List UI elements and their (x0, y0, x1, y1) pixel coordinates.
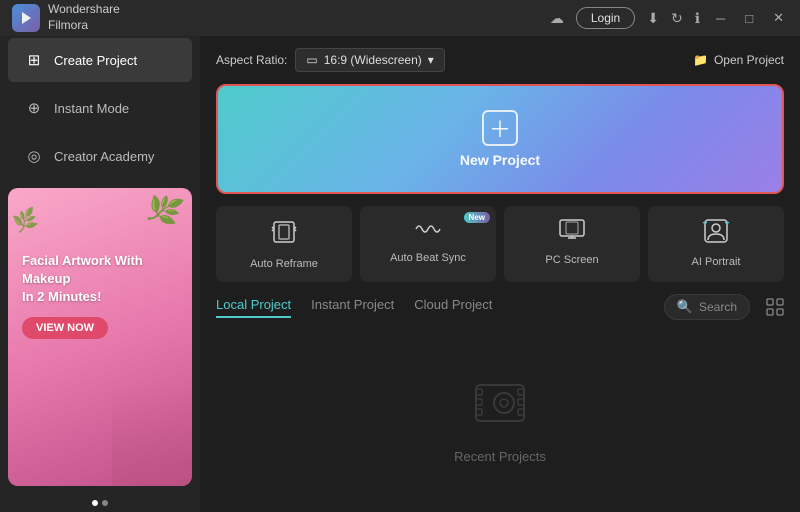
app-branding: Wondershare Filmora (12, 2, 120, 33)
quick-actions: Auto Reframe New Auto Beat Sync (216, 206, 784, 282)
recent-projects-label: Recent Projects (454, 449, 546, 464)
auto-reframe-icon (270, 218, 298, 252)
app-title: Wondershare Filmora (48, 2, 120, 33)
folder-icon: 📁 (693, 53, 708, 67)
promo-figure (112, 386, 192, 486)
app-logo (12, 4, 40, 32)
tab-cloud-project[interactable]: Cloud Project (414, 297, 492, 318)
aspect-ratio-dropdown[interactable]: ▭ 16:9 (Widescreen) ▾ (295, 48, 444, 72)
new-project-plus-icon: ＋ (482, 110, 518, 146)
new-badge: New (464, 212, 490, 223)
aspect-ratio-control: Aspect Ratio: ▭ 16:9 (Widescreen) ▾ (216, 48, 445, 72)
title-bar-controls: ☁ Login ⬇ ↻ ℹ ─ □ ✕ (550, 7, 788, 29)
screen-icon: ▭ (306, 53, 317, 67)
main-container: ⊞ Create Project ⊕ Instant Mode ◎ Creato… (0, 36, 800, 512)
sidebar: ⊞ Create Project ⊕ Instant Mode ◎ Creato… (0, 36, 200, 512)
promo-title: Facial Artwork With MakeupIn 2 Minutes! (22, 252, 178, 307)
project-tabs-bar: Local Project Instant Project Cloud Proj… (216, 294, 784, 320)
pc-screen-icon (558, 218, 586, 248)
film-icon (468, 369, 532, 441)
search-icon: 🔍 (677, 299, 693, 315)
cloud-icon[interactable]: ☁ (550, 10, 564, 27)
projects-section: Local Project Instant Project Cloud Proj… (216, 294, 784, 500)
minimize-button[interactable]: ─ (712, 11, 729, 26)
sidebar-item-instant-mode[interactable]: ⊕ Instant Mode (8, 86, 192, 130)
top-bar: Aspect Ratio: ▭ 16:9 (Widescreen) ▾ 📁 Op… (216, 48, 784, 72)
chevron-down-icon: ▾ (428, 53, 434, 67)
info-icon[interactable]: ℹ (695, 10, 700, 27)
download-icon[interactable]: ⬇ (647, 10, 659, 27)
new-project-label: New Project (460, 152, 540, 168)
title-bar: Wondershare Filmora ☁ Login ⬇ ↻ ℹ ─ □ ✕ (0, 0, 800, 36)
tabs-group: Local Project Instant Project Cloud Proj… (216, 297, 492, 318)
ai-portrait-icon (702, 218, 730, 250)
new-project-button[interactable]: ＋ New Project (216, 84, 784, 194)
view-toggle-button[interactable] (766, 298, 784, 316)
tab-local-project[interactable]: Local Project (216, 297, 291, 318)
promo-dot-2 (102, 500, 108, 506)
close-button[interactable]: ✕ (769, 10, 788, 26)
action-ai-portrait[interactable]: AI Portrait (648, 206, 784, 282)
maximize-button[interactable]: □ (741, 11, 757, 26)
action-auto-beat-sync[interactable]: New Auto Beat Sync (360, 206, 496, 282)
search-bar[interactable]: 🔍 Search (664, 294, 750, 320)
promo-dot-1 (92, 500, 98, 506)
auto-beat-sync-icon (414, 218, 442, 246)
sync-icon[interactable]: ↻ (671, 10, 683, 27)
action-auto-reframe[interactable]: Auto Reframe (216, 206, 352, 282)
promo-banner[interactable]: 🌿 🌿 Facial Artwork With MakeupIn 2 Minut… (8, 188, 192, 486)
sidebar-item-create-project[interactable]: ⊞ Create Project (8, 38, 192, 82)
open-project-button[interactable]: 📁 Open Project (693, 53, 784, 67)
recent-projects-empty: Recent Projects (216, 332, 784, 500)
promo-view-now-button[interactable]: VIEW NOW (22, 317, 108, 339)
promo-content: Facial Artwork With MakeupIn 2 Minutes! … (8, 188, 192, 353)
login-button[interactable]: Login (576, 7, 635, 29)
content-area: Aspect Ratio: ▭ 16:9 (Widescreen) ▾ 📁 Op… (200, 36, 800, 512)
sidebar-item-creator-academy[interactable]: ◎ Creator Academy (8, 134, 192, 178)
create-project-icon: ⊞ (24, 50, 44, 70)
tab-instant-project[interactable]: Instant Project (311, 297, 394, 318)
creator-academy-icon: ◎ (24, 146, 44, 166)
promo-dots (0, 494, 200, 512)
instant-mode-icon: ⊕ (24, 98, 44, 118)
action-pc-screen[interactable]: PC Screen (504, 206, 640, 282)
